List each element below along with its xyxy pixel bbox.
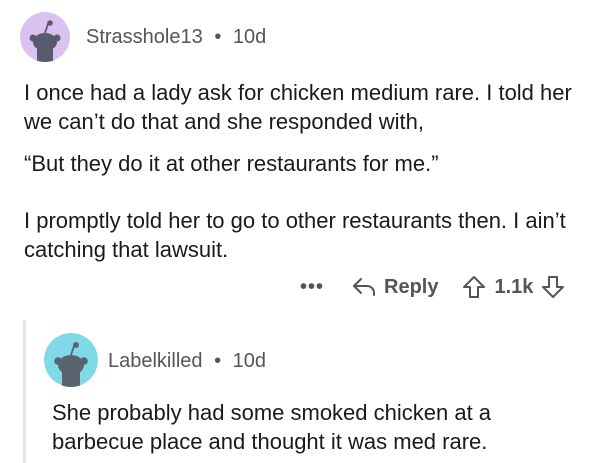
meta-separator: • (214, 350, 222, 372)
reply-icon (353, 278, 376, 296)
comment-paragraph: I promptly told her to go to other resta… (24, 208, 566, 262)
username[interactable]: Labelkilled (108, 350, 203, 372)
snoo-avatar-icon (20, 12, 70, 62)
comment-paragraph: I once had a lady ask for chicken medium… (24, 80, 572, 134)
meta-separator: • (214, 26, 222, 48)
avatar[interactable] (20, 12, 70, 62)
comment-actions: ••• Reply 1.1k (300, 272, 565, 302)
thread-line[interactable] (23, 320, 26, 463)
more-options-button[interactable]: ••• (300, 276, 324, 299)
username[interactable]: Strasshole13 (86, 26, 203, 48)
vote-control: 1.1k (462, 275, 565, 299)
comment-age: 10d (232, 26, 267, 48)
avatar[interactable] (44, 333, 98, 387)
reply-text: She probably had some smoked chicken at … (52, 400, 492, 454)
comment-meta: Strasshole13 • 10d (86, 26, 266, 49)
comment-paragraph: “But they do it at other restaurants for… (24, 151, 439, 176)
comment-age: 10d (232, 350, 267, 372)
upvote-icon[interactable] (462, 275, 486, 299)
reply-label: Reply (384, 275, 439, 298)
reply-meta: Labelkilled • 10d (108, 350, 266, 373)
vote-count: 1.1k (494, 275, 534, 298)
downvote-icon[interactable] (541, 275, 565, 299)
snoo-avatar-icon (44, 333, 98, 387)
reply-button[interactable]: Reply (352, 276, 438, 299)
